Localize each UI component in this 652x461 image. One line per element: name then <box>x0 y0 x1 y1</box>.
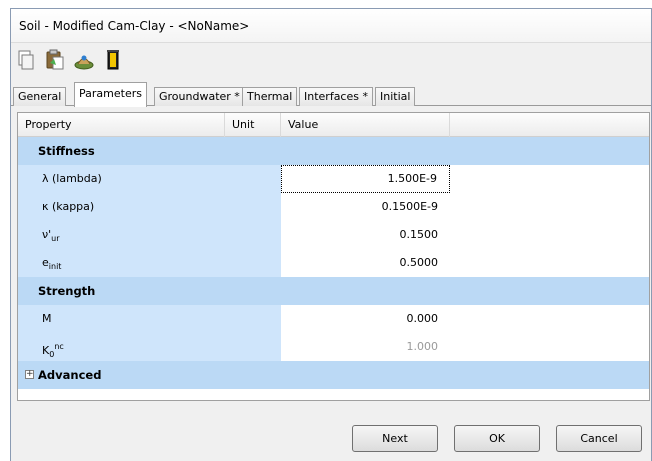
property-label: κ (kappa) <box>42 200 95 213</box>
property-label: M <box>42 312 52 325</box>
table-row-lambda: λ (lambda) 1.500E-9 <box>18 165 649 193</box>
tab-groundwater[interactable]: Groundwater * <box>154 87 245 106</box>
tab-initial[interactable]: Initial <box>375 87 416 106</box>
group-advanced[interactable]: + Advanced <box>18 361 649 389</box>
table-row-m: M 0.000 <box>18 305 649 333</box>
column-header-value[interactable]: Value <box>281 113 450 137</box>
next-button[interactable]: Next <box>352 425 438 452</box>
group-label: Advanced <box>38 368 102 382</box>
tab-thermal[interactable]: Thermal <box>242 87 298 106</box>
tab-general[interactable]: General <box>13 87 67 106</box>
k0nc-value-field: 1.000 <box>281 333 450 361</box>
soil-dialog-window: Soil - Modified Cam-Clay - <NoName> Gene… <box>10 8 652 461</box>
copy-document-icon[interactable] <box>15 49 37 71</box>
kappa-value-input[interactable]: 0.1500E-9 <box>281 193 450 221</box>
table-row-kappa: κ (kappa) 0.1500E-9 <box>18 193 649 221</box>
group-strength[interactable]: Strength <box>18 277 649 305</box>
m-value-input[interactable]: 0.000 <box>281 305 450 333</box>
parameters-panel: Property Unit Value Stiffness λ (lambda)… <box>17 112 650 401</box>
column-header-unit[interactable]: Unit <box>225 113 281 137</box>
nu-ur-value-input[interactable]: 0.1500 <box>281 221 450 249</box>
ok-button[interactable]: OK <box>454 425 540 452</box>
table-row-k0nc: K0nc 1.000 <box>18 333 649 361</box>
e-init-value-input[interactable]: 0.5000 <box>281 249 450 277</box>
tab-strip: General Parameters Groundwater * Thermal… <box>11 82 651 107</box>
paste-document-icon[interactable] <box>44 49 66 71</box>
tab-interfaces[interactable]: Interfaces * <box>299 87 373 106</box>
tab-parameters[interactable]: Parameters <box>74 82 147 107</box>
column-header-property[interactable]: Property <box>18 113 225 137</box>
table-row-nu-ur: ν'ur 0.1500 <box>18 221 649 249</box>
soil-sample-icon[interactable] <box>73 49 95 71</box>
group-stiffness[interactable]: Stiffness <box>18 137 649 165</box>
table-header: Property Unit Value <box>18 113 649 137</box>
window-title: Soil - Modified Cam-Clay - <NoName> <box>11 9 651 43</box>
toolbar <box>15 45 124 75</box>
dialog-footer: Next OK Cancel <box>11 414 651 461</box>
table-row-e-init: einit 0.5000 <box>18 249 649 277</box>
cancel-button[interactable]: Cancel <box>556 425 642 452</box>
group-label: Stiffness <box>38 144 95 158</box>
battery-chart-icon[interactable] <box>102 49 124 71</box>
expand-plus-icon[interactable]: + <box>25 370 34 379</box>
lambda-value-input[interactable]: 1.500E-9 <box>281 165 450 193</box>
group-label: Strength <box>38 284 96 298</box>
property-label: λ (lambda) <box>42 172 102 185</box>
